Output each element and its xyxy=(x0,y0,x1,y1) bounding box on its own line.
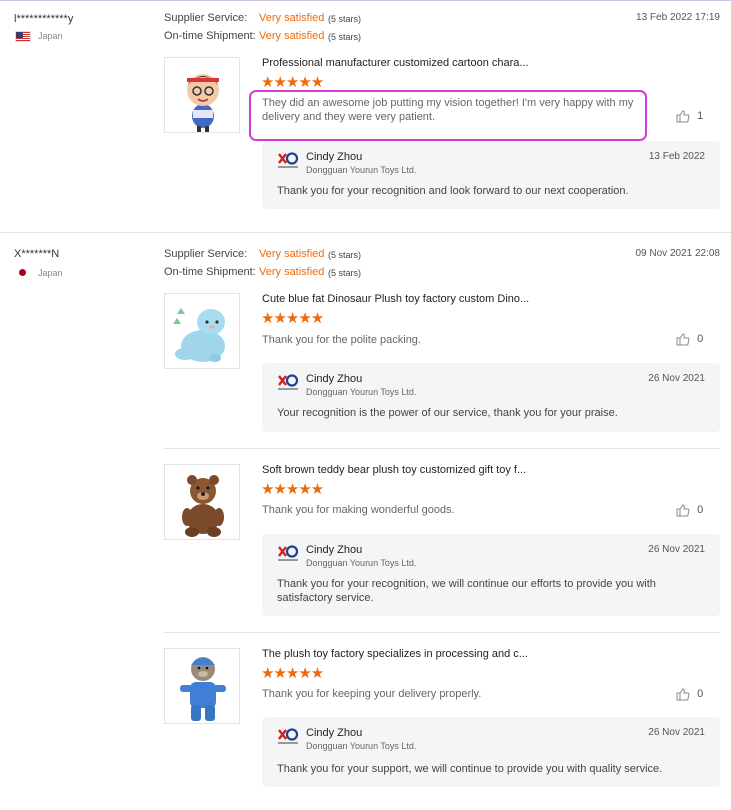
shipment-value: Very satisfied xyxy=(259,266,325,278)
like-button[interactable]: 0 xyxy=(676,504,703,517)
reviewer-country: Japan xyxy=(38,31,63,41)
reply-date: 26 Nov 2021 xyxy=(648,373,705,384)
shipment-value: Very satisfied xyxy=(259,30,325,42)
product-thumbnail[interactable] xyxy=(164,293,240,369)
review-divider xyxy=(0,232,731,233)
highlight-box xyxy=(249,90,647,141)
reply-author: Cindy Zhou xyxy=(306,151,363,163)
like-count: 1 xyxy=(697,110,704,123)
reply-text: Your recognition is the power of our ser… xyxy=(277,407,618,419)
supplier-reply: Cindy Zhou Dongguan Yourun Toys Ltd. 26 … xyxy=(262,534,720,616)
top-border xyxy=(0,0,731,1)
reply-text: Thank you for your recognition, we will … xyxy=(277,578,656,604)
product-title-link[interactable]: The plush toy factory specializes in pro… xyxy=(262,648,528,660)
company-logo-icon xyxy=(278,152,299,168)
shipment-label: On-time Shipment: xyxy=(164,30,256,42)
item-divider xyxy=(164,632,720,633)
reviewer-country: Japan xyxy=(38,268,63,278)
like-button[interactable]: 0 xyxy=(676,688,703,701)
supplier-service-label: Supplier Service: xyxy=(164,248,248,260)
supplier-service-value: Very satisfied xyxy=(259,12,325,24)
supplier-service-label: Supplier Service: xyxy=(164,12,248,24)
thumbs-up-icon xyxy=(676,110,690,123)
reply-date: 13 Feb 2022 xyxy=(648,151,705,162)
reply-date: 26 Nov 2021 xyxy=(648,727,705,738)
blue-dinosaur-image xyxy=(173,308,225,362)
like-count: 0 xyxy=(697,333,704,346)
us-flag-icon xyxy=(15,31,31,42)
thumbs-up-icon xyxy=(676,333,690,346)
japan-flag-icon xyxy=(19,269,26,276)
rating-stars: ★★★★★ xyxy=(261,665,324,682)
supplier-reply: Cindy Zhou Dongguan Yourun Toys Ltd. 26 … xyxy=(262,717,720,787)
item-divider xyxy=(164,448,720,449)
reply-author: Cindy Zhou xyxy=(306,727,363,739)
shipment-stars: (5 stars) xyxy=(328,268,362,278)
supplier-service-stars: (5 stars) xyxy=(328,250,362,260)
reply-text: Thank you for your recognition and look … xyxy=(277,185,629,197)
supplier-service-value: Very satisfied xyxy=(259,248,325,260)
supplier-service-stars: (5 stars) xyxy=(328,14,362,24)
reply-company: Dongguan Yourun Toys Ltd. xyxy=(306,741,417,751)
thumbs-up-icon xyxy=(676,504,690,517)
company-logo-icon xyxy=(278,545,299,561)
review-date: 13 Feb 2022 17:19 xyxy=(636,12,720,23)
supplier-reply: Cindy Zhou Dongguan Yourun Toys Ltd. 13 … xyxy=(262,141,720,209)
reviewer-name: X*******N xyxy=(14,248,60,260)
product-thumbnail[interactable] xyxy=(164,648,240,724)
rating-stars: ★★★★★ xyxy=(261,74,324,91)
teddy-bear-image xyxy=(182,475,224,537)
like-button[interactable]: 0 xyxy=(676,333,703,346)
like-count: 0 xyxy=(697,688,704,701)
review-text: Thank you for the polite packing. xyxy=(262,334,421,346)
thumbs-up-icon xyxy=(676,688,690,701)
reply-company: Dongguan Yourun Toys Ltd. xyxy=(306,558,417,568)
reviewer-name: l************y xyxy=(14,13,74,25)
shipment-stars: (5 stars) xyxy=(328,32,362,42)
reply-company: Dongguan Yourun Toys Ltd. xyxy=(306,165,417,175)
review-date: 09 Nov 2021 22:08 xyxy=(635,248,720,259)
rating-stars: ★★★★★ xyxy=(261,481,324,498)
product-thumbnail[interactable] xyxy=(164,57,240,133)
like-button[interactable]: 1 xyxy=(676,110,703,123)
reply-author: Cindy Zhou xyxy=(306,373,363,385)
rating-stars: ★★★★★ xyxy=(261,310,324,327)
product-title-link[interactable]: Soft brown teddy bear plush toy customiz… xyxy=(262,464,526,476)
reply-date: 26 Nov 2021 xyxy=(648,544,705,555)
shipment-label: On-time Shipment: xyxy=(164,266,256,278)
reply-company: Dongguan Yourun Toys Ltd. xyxy=(306,387,417,397)
company-logo-icon xyxy=(278,728,299,744)
review-text: Thank you for keeping your delivery prop… xyxy=(262,688,482,700)
plush-bear-outfit-image xyxy=(180,657,226,721)
supplier-reply: Cindy Zhou Dongguan Yourun Toys Ltd. 26 … xyxy=(262,363,720,432)
cartoon-character-image xyxy=(187,74,219,132)
reply-author: Cindy Zhou xyxy=(306,544,363,556)
company-logo-icon xyxy=(278,374,299,390)
reply-text: Thank you for your support, we will cont… xyxy=(277,763,663,775)
like-count: 0 xyxy=(697,504,704,517)
product-title-link[interactable]: Professional manufacturer customized car… xyxy=(262,57,529,69)
review-text: Thank you for making wonderful goods. xyxy=(262,504,455,516)
product-thumbnail[interactable] xyxy=(164,464,240,540)
product-title-link[interactable]: Cute blue fat Dinosaur Plush toy factory… xyxy=(262,293,529,305)
